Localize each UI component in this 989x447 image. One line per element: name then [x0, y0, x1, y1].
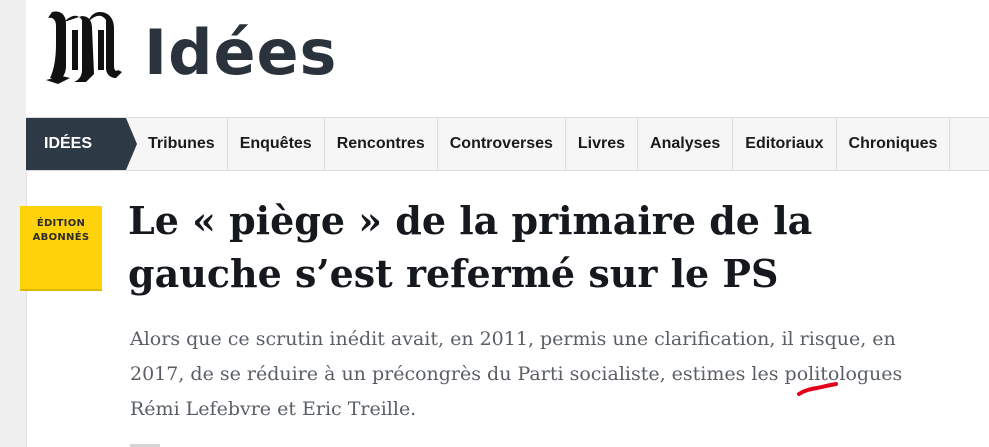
section-title[interactable]: Idées: [144, 10, 337, 96]
nav-item-controverses[interactable]: Controverses: [438, 118, 566, 170]
nav-item-livres[interactable]: Livres: [566, 118, 639, 170]
badge-line-1: ÉDITION: [36, 218, 86, 229]
nav-item-analyses[interactable]: Analyses: [638, 118, 734, 170]
site-header: Idées: [26, 0, 989, 117]
nav-active-underline: [26, 168, 126, 170]
section-nav: IDÉES Tribunes Enquêtes Rencontres Contr…: [26, 117, 989, 171]
nav-item-chroniques[interactable]: Chroniques: [837, 118, 951, 170]
badge-line-2: ABONNÉS: [32, 232, 90, 243]
nav-item-rencontres[interactable]: Rencontres: [325, 118, 438, 170]
article-standfirst: Alors que ce scrutin inédit avait, en 20…: [130, 328, 903, 420]
subscriber-edition-badge: ÉDITION ABONNÉS: [20, 206, 102, 289]
nav-active-label: IDÉES: [44, 135, 93, 152]
nav-item-tribunes[interactable]: Tribunes: [126, 118, 228, 170]
article-headline: Le « piège » de la primaire de la gauche…: [128, 198, 813, 296]
nav-item-enquetes[interactable]: Enquêtes: [228, 118, 325, 170]
spellcheck-underline: [797, 382, 838, 396]
nav-item-editoriaux[interactable]: Editoriaux: [733, 118, 837, 170]
nav-item-idees[interactable]: IDÉES: [26, 118, 137, 170]
le-monde-logo[interactable]: [44, 8, 126, 86]
